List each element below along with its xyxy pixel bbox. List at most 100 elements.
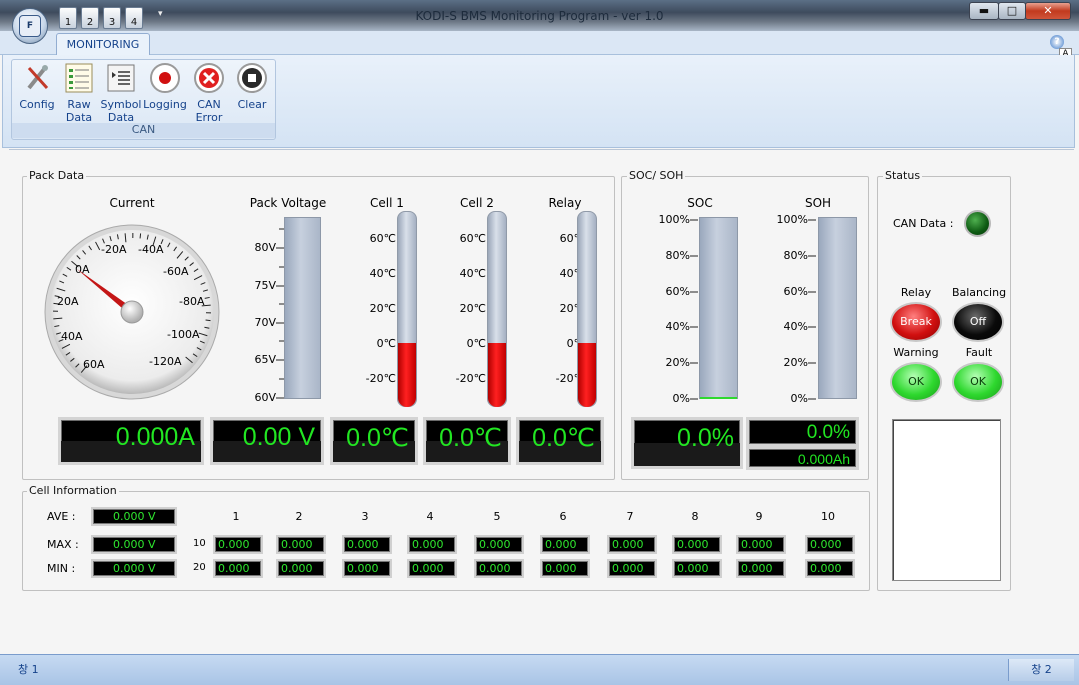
cell1-display: 0.0℃ xyxy=(330,417,418,465)
cell-voltage-value: 0.000 xyxy=(342,535,392,554)
status-pane-1: 창 1 xyxy=(18,663,39,676)
cell-voltage-value: 0.000 xyxy=(407,559,457,578)
cell1-label: Cell 1 xyxy=(370,196,404,210)
cell-voltage-value: 0.000 xyxy=(276,535,326,554)
soc-label: SOC xyxy=(687,196,713,210)
close-button[interactable]: ✕ xyxy=(1025,2,1071,20)
temp-tick-20: 20℃ xyxy=(459,302,486,315)
soh-value: 0.0% xyxy=(806,422,850,443)
relay-display: 0.0℃ xyxy=(516,417,604,465)
cell-voltage-value: 0.000 xyxy=(342,559,392,578)
cell-voltage-value: 0.000 xyxy=(672,535,722,554)
warning-led: OK xyxy=(890,362,942,402)
temp-tick-60: 60℃ xyxy=(369,232,396,245)
raw-data-label-1: Raw xyxy=(67,98,91,111)
cell-voltage-value: 0.000 xyxy=(407,535,457,554)
cell-column-header: 5 xyxy=(493,510,501,523)
warning-label: Warning xyxy=(893,346,939,359)
can-error-button[interactable]: CAN Error xyxy=(191,62,227,124)
can-error-icon xyxy=(193,62,225,94)
cell-voltage-value: 0.000 xyxy=(474,559,524,578)
cell2-mercury xyxy=(488,343,506,407)
fault-label: Fault xyxy=(965,346,993,359)
config-label: Config xyxy=(19,98,55,111)
temp-tick-20: 20℃ xyxy=(369,302,396,315)
logging-label: Logging xyxy=(143,98,187,111)
voltage-tick-60: 60V xyxy=(254,391,276,404)
cell-voltage-value: 0.000 xyxy=(805,559,855,578)
can-data-led xyxy=(964,210,991,237)
soh-tick-40: 40% xyxy=(783,320,808,333)
capacity-value: 0.000Ah xyxy=(797,451,850,467)
minimize-button[interactable]: ▬ xyxy=(969,2,999,20)
logging-button[interactable]: Logging xyxy=(143,62,187,111)
relay-value: 0.0℃ xyxy=(532,424,595,452)
soc-soh-group-label: SOC/ SOH xyxy=(627,169,686,182)
cell-voltage-value: 0.000 xyxy=(736,535,786,554)
soc-value: 0.0% xyxy=(677,424,734,452)
symbol-data-button[interactable]: Symbol Data xyxy=(100,62,142,124)
config-button[interactable]: Config xyxy=(16,62,58,111)
relay-thermometer: 60℃ 40℃ 20℃ 0℃ -20℃ xyxy=(519,210,599,410)
temp-tick-40: 40℃ xyxy=(369,267,396,280)
qat-button-4[interactable]: 4 xyxy=(125,7,143,29)
qat-dropdown-icon[interactable]: ▾ xyxy=(158,9,163,19)
cell2-value: 0.0℃ xyxy=(439,424,502,452)
pack-voltage-label: Pack Voltage xyxy=(249,196,327,210)
pack-voltage-scale: 80V 75V 70V 65V 60V xyxy=(240,217,284,404)
cell-column-header: 4 xyxy=(426,510,434,523)
cell-voltage-value: 0.000 xyxy=(540,559,590,578)
soh-tick-20: 20% xyxy=(783,356,808,369)
cell-column-header: 6 xyxy=(559,510,567,523)
config-icon xyxy=(21,62,53,94)
raw-data-button[interactable]: Raw Data xyxy=(61,62,97,124)
cell1-thermometer: 60℃ 40℃ 20℃ 0℃ -20℃ xyxy=(340,210,420,410)
application-menu-button[interactable]: F xyxy=(12,8,48,44)
stop-icon xyxy=(236,62,268,94)
help-icon[interactable]: ? xyxy=(1050,35,1064,49)
ribbon-tab-bar xyxy=(0,31,1079,55)
tab-monitoring[interactable]: MONITORING xyxy=(56,33,150,56)
temp-tick-0: 0℃ xyxy=(466,337,486,350)
voltage-tick-70: 70V xyxy=(254,316,276,329)
fault-led: OK xyxy=(952,362,1004,402)
min-label: MIN : xyxy=(47,562,76,575)
current-value: 0.000A xyxy=(115,423,195,451)
relay-mercury xyxy=(578,343,596,407)
raw-data-label-2: Data xyxy=(65,111,93,124)
capacity-display: 0.000Ah xyxy=(746,446,859,470)
app-logo-icon: F xyxy=(19,15,41,37)
clear-button[interactable]: Clear xyxy=(234,62,270,111)
soh-tick-60: 60% xyxy=(783,285,808,298)
cell-voltage-value: 0.000 xyxy=(474,535,524,554)
cell-column-header: 7 xyxy=(626,510,634,523)
qat-button-3[interactable]: 3 xyxy=(103,7,121,29)
cell-voltage-value: 0.000 xyxy=(213,559,263,578)
symbol-data-icon xyxy=(105,62,137,94)
relay-status-label: Relay xyxy=(900,286,932,299)
ave-value: 0.000 V xyxy=(91,507,177,526)
max-label: MAX : xyxy=(47,538,79,551)
temp-tick-60: 60℃ xyxy=(459,232,486,245)
soh-tick-0: 0% xyxy=(790,392,808,405)
cell-voltage-value: 0.000 xyxy=(672,559,722,578)
cell-voltage-value: 0.000 xyxy=(607,559,657,578)
qat-button-1[interactable]: 1 xyxy=(59,7,77,29)
soc-tick-20: 20% xyxy=(665,356,690,369)
soc-tick-0: 0% xyxy=(672,392,690,405)
status-log-box[interactable] xyxy=(892,419,1001,581)
qat-button-2[interactable]: 2 xyxy=(81,7,99,29)
cell-voltage-value: 0.000 xyxy=(540,535,590,554)
maximize-button[interactable]: □ xyxy=(998,2,1026,20)
soc-tick-40: 40% xyxy=(665,320,690,333)
max-value: 0.000 V xyxy=(91,535,177,554)
row-label-10: 10 xyxy=(193,538,206,549)
voltage-tick-65: 65V xyxy=(254,353,276,366)
cell-voltage-value: 0.000 xyxy=(736,559,786,578)
can-error-label-2: Error xyxy=(195,111,223,124)
pack-voltage-bar xyxy=(284,217,321,399)
cell1-mercury xyxy=(398,343,416,407)
symbol-data-label-1: Symbol xyxy=(100,98,142,111)
temp-tick-neg20: -20℃ xyxy=(455,372,486,385)
soh-tick-80: 80% xyxy=(783,249,808,262)
